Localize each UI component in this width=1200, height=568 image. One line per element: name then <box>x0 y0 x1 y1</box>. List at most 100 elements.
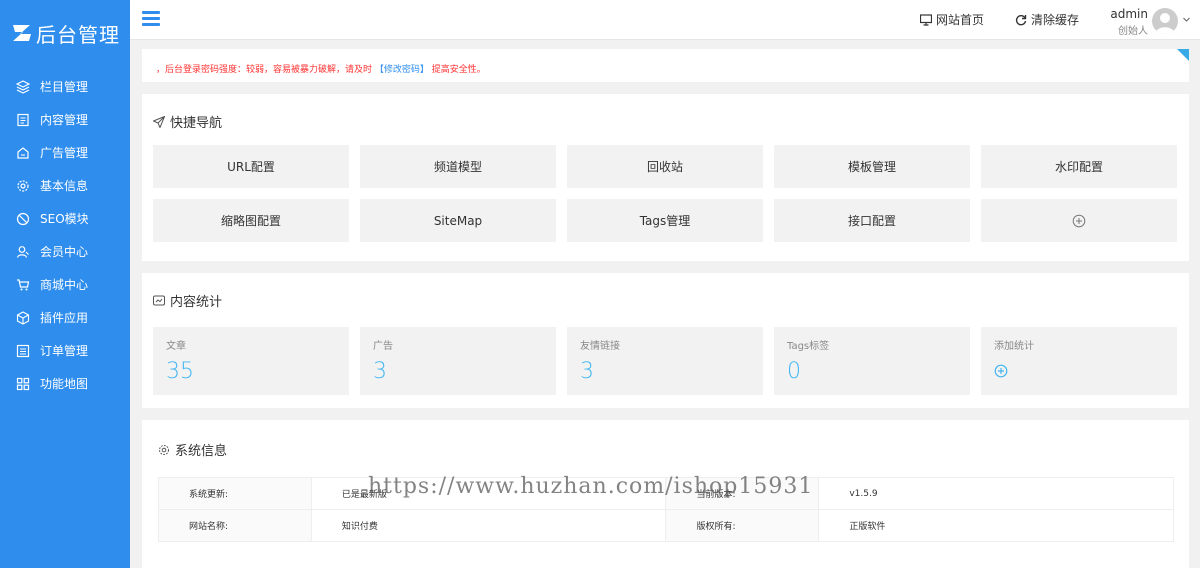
seo-icon <box>16 212 30 226</box>
system-info-table: 系统更新: 已是最新版 当前版本: v1.5.9 网站名称: 知识付费 版权所有… <box>158 477 1174 542</box>
sidebar-item-members[interactable]: 会员中心 <box>0 235 130 268</box>
main-content: ，后台登录密码强度：较弱，容易被暴力破解，请及时 【修改密码】 提高安全性。 快… <box>142 49 1189 568</box>
ad-icon <box>16 146 30 160</box>
info-value: 已是最新版 <box>310 477 667 510</box>
sidebar-item-label: 插件应用 <box>40 311 89 325</box>
system-info-panel: 系统信息 系统更新: 已是最新版 当前版本: v1.5.9 网站名称: 知识付费… <box>142 420 1189 568</box>
clear-cache-label: 清除缓存 <box>1031 13 1080 27</box>
document-icon <box>16 113 30 127</box>
stats-grid: 文章 35 广告 3 友情链接 3 Tags标签 0 添加统计 <box>153 327 1178 395</box>
info-key: 当前版本: <box>665 477 820 510</box>
top-header: 网站首页 清除缓存 admin 创始人 <box>130 0 1200 40</box>
sidebar-item-label: 广告管理 <box>40 146 89 160</box>
sidebar: 后台管理 栏目管理 内容管理 广告管理 基本信息 SEO模块 会员中心 商城中心… <box>0 0 130 568</box>
sidebar-item-label: 栏目管理 <box>40 80 89 94</box>
sidebar-item-label: 会员中心 <box>40 245 89 259</box>
sidebar-nav: 栏目管理 内容管理 广告管理 基本信息 SEO模块 会员中心 商城中心 插件应用… <box>0 70 130 400</box>
gear-icon <box>16 179 30 193</box>
clear-cache-button[interactable]: 清除缓存 <box>1015 11 1079 28</box>
sidebar-item-label: 内容管理 <box>40 113 89 127</box>
quick-recycle-bin-button[interactable]: 回收站 <box>567 145 763 188</box>
sidebar-item-feature-map[interactable]: 功能地图 <box>0 367 130 400</box>
quick-watermark-button[interactable]: 水印配置 <box>981 145 1177 188</box>
alert-suffix: 提高安全性。 <box>431 65 486 75</box>
menu-toggle-icon[interactable] <box>142 11 160 27</box>
quick-url-config-button[interactable]: URL配置 <box>153 145 349 188</box>
send-icon <box>153 115 165 128</box>
cart-icon <box>16 278 30 292</box>
user-name: admin <box>1110 7 1148 21</box>
user-icon <box>16 245 30 259</box>
app-title: 后台管理 <box>36 22 120 47</box>
quick-add-button[interactable] <box>981 199 1177 242</box>
chart-icon <box>153 295 165 305</box>
quick-nav-grid: URL配置 频道模型 回收站 模板管理 水印配置 缩略图配置 SiteMap T… <box>153 145 1178 242</box>
logo-icon <box>13 25 31 41</box>
info-key: 版权所有: <box>665 509 820 542</box>
logo[interactable]: 后台管理 <box>0 0 130 66</box>
stat-value: 0 <box>787 359 801 384</box>
change-password-link[interactable]: 【修改密码】 <box>375 65 429 75</box>
quick-nav-panel: 快捷导航 URL配置 频道模型 回收站 模板管理 水印配置 缩略图配置 Site… <box>142 94 1189 261</box>
sysinfo-title: 系统信息 <box>158 440 1173 459</box>
info-value: v1.5.9 <box>818 477 1174 510</box>
table-row: 系统更新: 已是最新版 当前版本: v1.5.9 <box>158 477 1174 510</box>
password-alert: ，后台登录密码强度：较弱，容易被暴力破解，请及时 【修改密码】 提高安全性。 <box>142 49 1189 82</box>
quick-tags-button[interactable]: Tags管理 <box>567 199 763 242</box>
alert-text: ，后台登录密码强度：较弱，容易被暴力破解，请及时 <box>156 65 373 75</box>
monitor-icon <box>920 13 932 26</box>
stat-label: 广告 <box>373 341 393 352</box>
plugin-icon <box>16 310 30 325</box>
layers-icon <box>16 79 30 94</box>
user-menu[interactable]: admin 创始人 <box>1098 6 1194 37</box>
site-home-label: 网站首页 <box>936 13 985 27</box>
sidebar-item-ads[interactable]: 广告管理 <box>0 136 130 169</box>
chevron-down-icon[interactable] <box>1183 16 1190 23</box>
stat-card-links[interactable]: 友情链接 3 <box>567 327 763 395</box>
info-key: 网站名称: <box>158 509 312 542</box>
stat-label: Tags标签 <box>787 341 830 352</box>
quick-sitemap-button[interactable]: SiteMap <box>360 199 556 242</box>
sidebar-item-columns[interactable]: 栏目管理 <box>0 70 130 103</box>
stat-label: 文章 <box>166 341 186 352</box>
sidebar-item-seo[interactable]: SEO模块 <box>0 202 130 235</box>
stat-value: 3 <box>373 359 387 384</box>
sidebar-item-mall[interactable]: 商城中心 <box>0 268 130 301</box>
alert-corner-marker <box>1177 49 1189 61</box>
sidebar-item-label: 基本信息 <box>40 179 89 193</box>
sidebar-item-label: 商城中心 <box>40 278 89 292</box>
quick-thumbnail-button[interactable]: 缩略图配置 <box>153 199 349 242</box>
sidebar-item-plugins[interactable]: 插件应用 <box>0 301 130 334</box>
stat-label: 友情链接 <box>580 341 620 352</box>
info-value: 正版软件 <box>818 509 1174 542</box>
stat-value: 35 <box>166 359 194 384</box>
user-role: 创始人 <box>1118 26 1148 37</box>
sidebar-item-label: 功能地图 <box>40 377 89 391</box>
sidebar-item-label: SEO模块 <box>40 212 89 226</box>
list-icon <box>16 344 30 358</box>
stat-value: 3 <box>580 359 594 384</box>
sidebar-item-content[interactable]: 内容管理 <box>0 103 130 136</box>
quick-nav-title: 快捷导航 <box>153 112 1178 131</box>
info-value: 知识付费 <box>310 509 667 542</box>
sidebar-item-basic-info[interactable]: 基本信息 <box>0 169 130 202</box>
table-row: 网站名称: 知识付费 版权所有: 正版软件 <box>158 509 1174 542</box>
sidebar-item-orders[interactable]: 订单管理 <box>0 334 130 367</box>
avatar[interactable] <box>1152 8 1178 34</box>
gear-icon <box>159 444 169 455</box>
refresh-icon <box>1015 14 1027 25</box>
plus-circle-icon[interactable] <box>994 364 1008 378</box>
stat-card-ads[interactable]: 广告 3 <box>360 327 556 395</box>
sidebar-item-label: 订单管理 <box>40 344 89 358</box>
stats-title: 内容统计 <box>153 291 1178 310</box>
quick-api-config-button[interactable]: 接口配置 <box>774 199 970 242</box>
info-key: 系统更新: <box>158 477 312 510</box>
site-home-link[interactable]: 网站首页 <box>920 11 984 28</box>
stat-card-articles[interactable]: 文章 35 <box>153 327 349 395</box>
quick-template-button[interactable]: 模板管理 <box>774 145 970 188</box>
content-stats-panel: 内容统计 文章 35 广告 3 友情链接 3 Tags标签 0 添加统计 <box>142 273 1189 408</box>
stat-label: 添加统计 <box>994 341 1034 352</box>
quick-channel-model-button[interactable]: 频道模型 <box>360 145 556 188</box>
stat-card-tags[interactable]: Tags标签 0 <box>774 327 970 395</box>
stat-card-add[interactable]: 添加统计 <box>981 327 1177 395</box>
